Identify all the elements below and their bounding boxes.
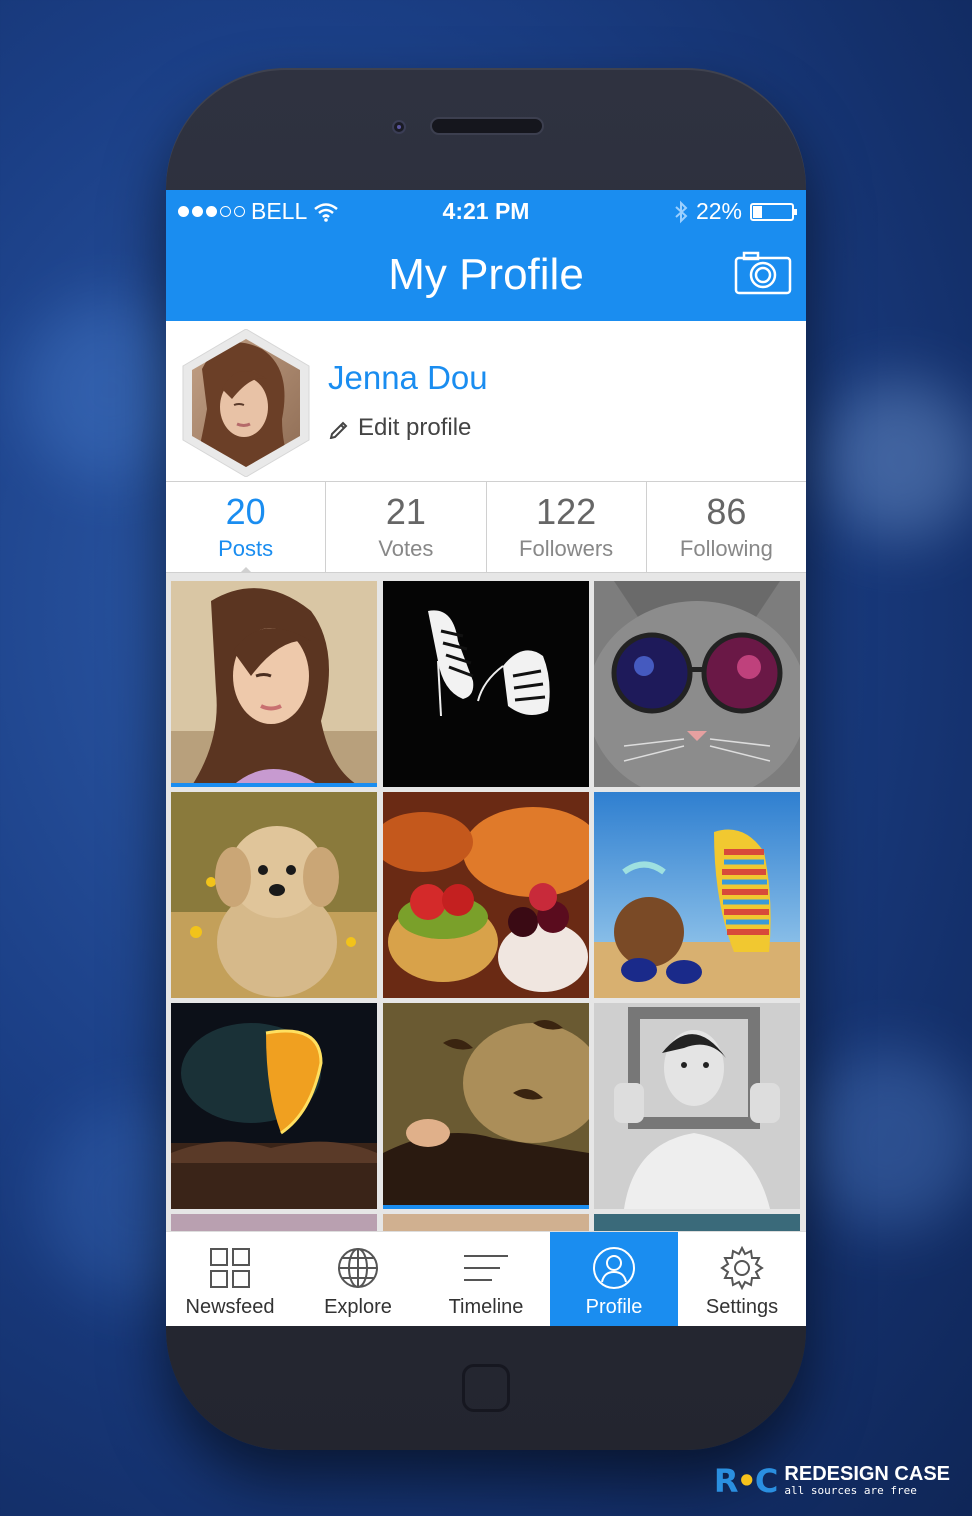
- stat-followers[interactable]: 122 Followers: [487, 482, 647, 572]
- bokeh: [820, 380, 972, 540]
- user-icon: [593, 1247, 635, 1289]
- profile-header: Jenna Dou Edit profile: [166, 321, 806, 481]
- avatar[interactable]: [182, 329, 310, 477]
- tab-label: Explore: [324, 1296, 392, 1318]
- photo-cat-sunglasses[interactable]: [594, 581, 800, 787]
- stat-value: 122: [536, 491, 597, 532]
- tab-bar: Newsfeed Explore Timeline Profile Settin…: [166, 1231, 806, 1326]
- stat-label: Following: [679, 536, 773, 561]
- stat-value: 21: [385, 491, 426, 532]
- lines-icon: [464, 1255, 508, 1281]
- stat-label: Votes: [378, 536, 434, 561]
- tab-settings[interactable]: Settings: [678, 1232, 806, 1326]
- photo-partial[interactable]: [594, 1214, 800, 1231]
- tab-newsfeed[interactable]: Newsfeed: [166, 1232, 294, 1326]
- photo-partial[interactable]: [383, 1214, 589, 1231]
- photo-birds-hand[interactable]: [383, 1003, 589, 1209]
- bluetooth-icon: [675, 200, 688, 223]
- brand-name: REDESIGN CASE: [784, 1463, 950, 1486]
- bokeh: [800, 1050, 972, 1230]
- photo-woman-portrait[interactable]: [171, 581, 377, 787]
- photo-fruit-tarts[interactable]: [383, 792, 589, 998]
- tab-label: Settings: [705, 1296, 779, 1318]
- stat-value: 86: [706, 491, 747, 532]
- battery-icon: [750, 202, 797, 221]
- stat-following[interactable]: 86 Following: [647, 482, 806, 572]
- profile-name: Jenna Dou: [328, 359, 488, 396]
- stat-label: Followers: [519, 536, 614, 561]
- edit-profile-link[interactable]: Edit profile: [328, 414, 471, 442]
- tab-label: Timeline: [448, 1296, 524, 1318]
- rc-logo: R•C: [713, 1462, 779, 1500]
- stat-label: Posts: [218, 536, 274, 561]
- photo-glowing-leaf[interactable]: [171, 1003, 377, 1209]
- photo-puppy[interactable]: [171, 792, 377, 998]
- globe-icon: [338, 1248, 378, 1288]
- tab-profile[interactable]: Profile: [550, 1232, 678, 1326]
- front-camera: [392, 120, 406, 134]
- grid-icon: [210, 1248, 250, 1288]
- earpiece-speaker: [430, 117, 544, 135]
- battery-percent: 22%: [695, 198, 742, 224]
- tab-label: Profile: [585, 1296, 643, 1318]
- photo-beach-flipflops[interactable]: [594, 792, 800, 998]
- status-bar: BELL 4:21 PM 22%: [166, 190, 806, 230]
- app-screen: BELL 4:21 PM 22% My Profile Jenna Dou Ed…: [166, 190, 806, 1326]
- photo-partial[interactable]: [171, 1214, 377, 1231]
- photo-grid: [166, 573, 806, 1231]
- stat-posts[interactable]: 20 Posts: [166, 482, 327, 573]
- home-button[interactable]: [462, 1364, 510, 1412]
- pencil-icon: [329, 421, 348, 439]
- page-title: My Profile: [388, 250, 584, 299]
- tab-label: Newsfeed: [185, 1296, 275, 1318]
- tab-explore[interactable]: Explore: [294, 1232, 422, 1326]
- stat-value: 20: [225, 491, 266, 532]
- stats-bar: 20 Posts 21 Votes 122 Followers 86 Follo…: [166, 481, 806, 573]
- tab-timeline[interactable]: Timeline: [422, 1232, 550, 1326]
- brand-logo: R•C REDESIGN CASE all sources are free: [714, 1462, 950, 1500]
- edit-profile-label: Edit profile: [358, 414, 472, 441]
- photo-woman-frame[interactable]: [594, 1003, 800, 1209]
- camera-icon[interactable]: [734, 250, 792, 296]
- brand-tagline: all sources are free: [784, 1484, 917, 1498]
- gear-icon: [720, 1246, 764, 1290]
- stat-votes[interactable]: 21 Votes: [326, 482, 487, 572]
- nav-bar: My Profile: [166, 230, 806, 321]
- photo-sneakers[interactable]: [383, 581, 589, 787]
